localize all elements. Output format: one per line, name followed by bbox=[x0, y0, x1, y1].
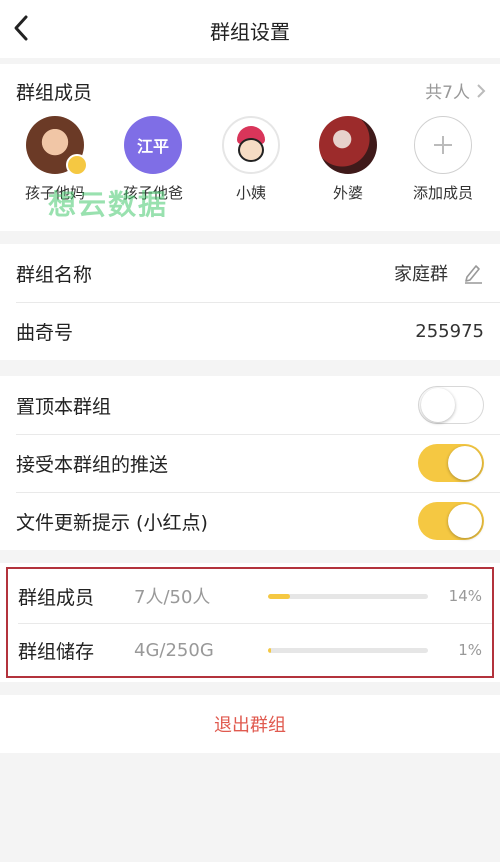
storage-usage-row: 群组储存 4G/250G 1% bbox=[8, 623, 492, 677]
chevron-right-icon bbox=[477, 83, 486, 98]
page-title: 群组设置 bbox=[210, 20, 290, 44]
qiqi-id-value: 255975 bbox=[415, 320, 484, 342]
storage-usage-percent: 1% bbox=[458, 641, 482, 659]
member-name: 添加成员 bbox=[412, 184, 473, 202]
qiqi-id-label: 曲奇号 bbox=[16, 321, 74, 344]
member-aunt[interactable]: 小姨 bbox=[209, 116, 293, 203]
plus-icon bbox=[434, 136, 452, 154]
avatar: 江平 bbox=[124, 116, 182, 174]
push-toggle[interactable] bbox=[418, 444, 484, 482]
member-name: 小姨 bbox=[235, 184, 266, 202]
red-dot-row: 文件更新提示 (小红点) bbox=[0, 492, 500, 550]
red-dot-toggle[interactable] bbox=[418, 502, 484, 540]
group-name-label: 群组名称 bbox=[16, 263, 93, 286]
avatar bbox=[222, 116, 280, 174]
avatar-text: 江平 bbox=[124, 116, 182, 174]
nav-bar: 群组设置 bbox=[0, 0, 500, 58]
group-name-row[interactable]: 群组名称 家庭群 bbox=[0, 244, 500, 302]
add-member-button[interactable]: 添加成员 bbox=[401, 116, 485, 203]
info-card: 群组名称 家庭群 曲奇号 255975 bbox=[0, 244, 500, 360]
members-count-link[interactable]: 共7人 bbox=[425, 78, 486, 103]
member-name: 外婆 bbox=[332, 184, 363, 202]
member-grandma[interactable]: 外婆 bbox=[306, 116, 390, 203]
red-dot-label: 文件更新提示 (小红点) bbox=[16, 511, 208, 534]
storage-usage-value: 4G/250G bbox=[134, 639, 214, 661]
member-usage-bar-fill bbox=[268, 593, 291, 599]
storage-usage-bar-fill bbox=[268, 647, 272, 653]
member-usage-value: 7人/50人 bbox=[134, 587, 211, 608]
members-count-text: 共7人 bbox=[425, 83, 470, 103]
member-usage-percent: 14% bbox=[448, 587, 482, 605]
watermark: 想云数据 bbox=[48, 188, 169, 221]
pin-group-label: 置顶本群组 bbox=[16, 395, 112, 418]
settings-card: 置顶本群组 接受本群组的推送 文件更新提示 (小红点) bbox=[0, 376, 500, 550]
members-title: 群组成员 bbox=[16, 82, 93, 104]
storage-usage-bar bbox=[268, 647, 428, 653]
avatar bbox=[26, 116, 88, 176]
edit-icon[interactable] bbox=[462, 262, 484, 284]
pin-group-toggle[interactable] bbox=[418, 386, 484, 424]
admin-badge-icon bbox=[66, 154, 88, 176]
group-name-value: 家庭群 bbox=[394, 264, 448, 285]
push-label: 接受本群组的推送 bbox=[16, 453, 169, 476]
stats-highlight-box: 群组成员 7人/50人 14% 群组储存 4G/250G 1% bbox=[6, 567, 494, 678]
pin-group-row: 置顶本群组 bbox=[0, 376, 500, 434]
member-usage-label: 群组成员 bbox=[18, 586, 95, 609]
avatar bbox=[414, 116, 472, 174]
storage-usage-label: 群组储存 bbox=[18, 640, 95, 663]
qiqi-id-row: 曲奇号 255975 bbox=[0, 302, 500, 360]
avatar bbox=[319, 116, 377, 174]
member-usage-row: 群组成员 7人/50人 14% bbox=[8, 569, 492, 623]
push-row: 接受本群组的推送 bbox=[0, 434, 500, 492]
exit-group-button[interactable]: 退出群组 bbox=[0, 695, 500, 753]
member-usage-bar bbox=[268, 593, 428, 599]
